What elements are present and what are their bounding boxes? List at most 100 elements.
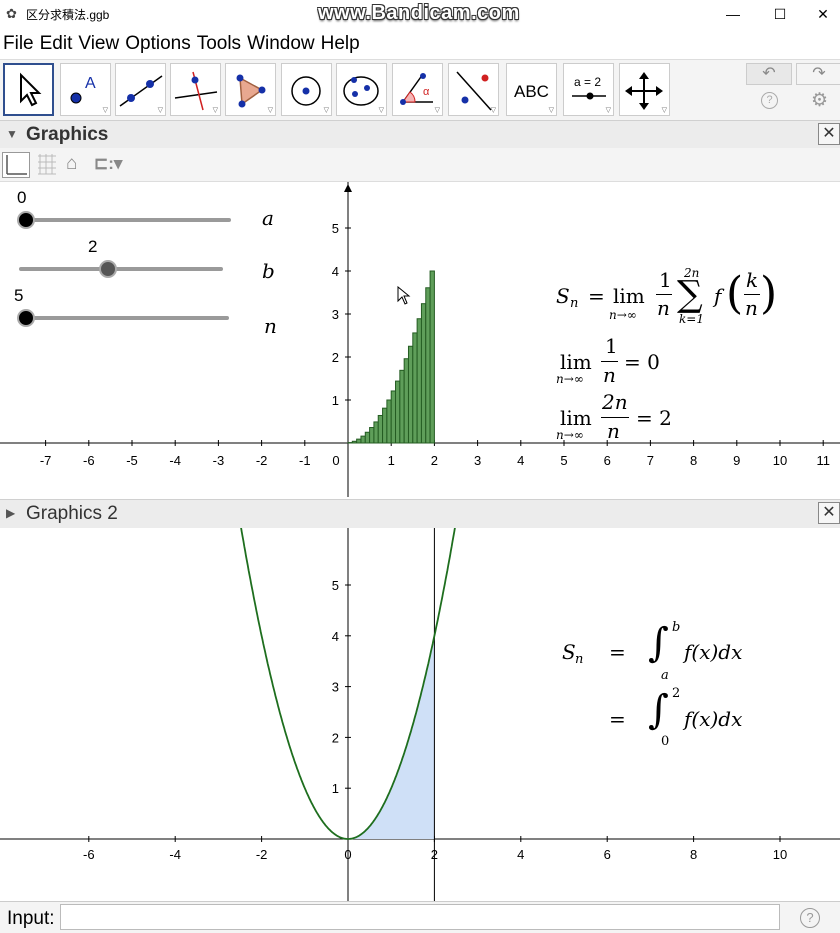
move-graphics-tool-button[interactable]: ▽ (619, 63, 670, 116)
menu-tools[interactable]: Tools (197, 30, 241, 57)
graphics-panel-title: Graphics (26, 124, 108, 146)
x-tick-label: -7 (40, 453, 52, 468)
point-capture-icon[interactable]: ⊏:▾ (94, 152, 122, 176)
riemann-bar (426, 288, 430, 443)
reflect-tool-button[interactable]: ▽ (448, 63, 499, 116)
k-fraction-bar (744, 294, 760, 295)
slider-a-value: 0 (17, 188, 26, 208)
y-tick-label: 2 (332, 350, 339, 365)
slider-n-track[interactable] (19, 316, 229, 320)
slider-n-name: n (264, 314, 277, 338)
riemann-bar (408, 346, 412, 443)
riemann-bar (391, 391, 395, 443)
x-tick-label: 4 (517, 453, 524, 468)
fraction-bar (656, 294, 672, 295)
riemann-bar (383, 408, 387, 443)
toolbar: A ▽ ▽ ▽ ▽ ▽ ▽ (0, 59, 840, 121)
x-tick-label: -6 (83, 453, 95, 468)
k-numerator: k (746, 268, 758, 292)
riemann-bar (396, 381, 400, 443)
menu-window[interactable]: Window (247, 30, 315, 57)
riemann-bar (370, 428, 374, 443)
graphics2-close-button[interactable]: ✕ (818, 502, 840, 524)
menu-view[interactable]: View (78, 30, 119, 57)
perpendicular-line-tool-button[interactable]: ▽ (170, 63, 221, 116)
int-sn-symbol: S (562, 640, 576, 664)
menu-help[interactable]: Help (321, 30, 360, 57)
maximize-button[interactable]: ☐ (757, 0, 803, 28)
riemann-bar (361, 436, 365, 443)
lim-subscript: n→∞ (609, 308, 637, 322)
slider-b-handle[interactable] (99, 260, 117, 278)
grid-toggle-icon[interactable] (36, 152, 58, 176)
watermark: www.Bandicam.com (318, 2, 520, 25)
menu-file[interactable]: File (3, 30, 34, 57)
fraction-denominator: n (657, 296, 670, 320)
function-f: f (714, 284, 721, 308)
riemann-bar (421, 304, 425, 443)
graphics-1-canvas[interactable]: -7-6-5-4-3-2-11234567891011012345 (0, 182, 840, 497)
lim-word-2: lim (560, 350, 592, 374)
x-tick-label: 7 (647, 453, 654, 468)
collapse-triangle-icon[interactable]: ▼ (6, 127, 18, 141)
help-icon[interactable]: ? (761, 92, 778, 109)
home-icon[interactable]: ⌂ (66, 152, 77, 176)
menu-options[interactable]: Options (125, 30, 190, 57)
menu-edit[interactable]: Edit (40, 30, 73, 57)
angle-tool-button[interactable]: α ▽ (392, 63, 443, 116)
settings-gear-icon[interactable]: ⚙ (811, 89, 828, 112)
sum-symbol: ∑ (677, 274, 703, 315)
move-tool-button[interactable] (3, 63, 54, 116)
slider-a-handle[interactable] (17, 211, 35, 229)
input-field[interactable] (60, 904, 780, 930)
circle-tool-button[interactable]: ▽ (281, 63, 332, 116)
x-tick-label-2: -6 (83, 847, 95, 862)
n-denominator: n (745, 296, 758, 320)
undo-button[interactable]: ↶ (746, 63, 792, 85)
limit-result-0: = 0 (624, 350, 660, 374)
slider-n-handle[interactable] (17, 309, 35, 327)
origin-label: 0 (332, 453, 339, 468)
sum-lower-limit: k=1 (679, 312, 704, 326)
close-button[interactable]: ✕ (800, 0, 840, 28)
integral-lower-0: 0 (661, 734, 669, 749)
integrand-1: f(x)dx (684, 640, 742, 664)
svg-text:α: α (423, 86, 430, 98)
slider-a-track[interactable] (19, 218, 231, 222)
lim-subscript-3: n→∞ (556, 428, 584, 442)
slider-tool-button[interactable]: a = 2 ▽ (563, 63, 614, 116)
slider-b-track[interactable] (19, 267, 223, 271)
graphics-view-2[interactable]: -6-4-2024681012345 S n = ∫ b a f(x)dx = … (0, 528, 840, 901)
axes-toggle-icon[interactable] (2, 152, 30, 178)
y-tick-label-2: 2 (332, 730, 339, 745)
x-tick-label-2: 4 (517, 847, 524, 862)
line-tool-button[interactable]: ▽ (115, 63, 166, 116)
expand-triangle-icon[interactable]: ▶ (6, 506, 15, 520)
sn-symbol: S (556, 284, 570, 308)
graphics-close-button[interactable]: ✕ (818, 123, 840, 145)
text-tool-button[interactable]: ABC ▽ (506, 63, 557, 116)
redo-button[interactable]: ↷ (796, 63, 840, 85)
input-bar: Input: ? (0, 901, 840, 933)
svg-text:A: A (85, 75, 96, 92)
x-tick-label-2: 8 (690, 847, 697, 862)
polygon-tool-button[interactable]: ▽ (225, 63, 276, 116)
x-tick-label: 1 (388, 453, 395, 468)
minimize-button[interactable]: — (710, 0, 756, 28)
riemann-bar (404, 359, 408, 443)
x-tick-label: -1 (299, 453, 311, 468)
input-help-icon[interactable]: ? (800, 908, 820, 928)
int-equals-2: = (609, 707, 626, 731)
fraction-bar-2 (601, 361, 618, 362)
x-tick-label: -4 (169, 453, 181, 468)
integral-upper-b: b (672, 620, 680, 635)
graphics-view-1[interactable]: -7-6-5-4-3-2-11234567891011012345 0 a 2 … (0, 182, 840, 497)
y-tick-label-2: 4 (332, 629, 339, 644)
point-tool-button[interactable]: A ▽ (60, 63, 111, 116)
integral-shaded-region (348, 636, 434, 839)
riemann-bar (387, 400, 391, 443)
x-tick-label: 6 (604, 453, 611, 468)
cursor-arrow-icon (5, 65, 52, 114)
conic-tool-button[interactable]: ▽ (336, 63, 387, 116)
slider-b-name: b (262, 259, 275, 283)
